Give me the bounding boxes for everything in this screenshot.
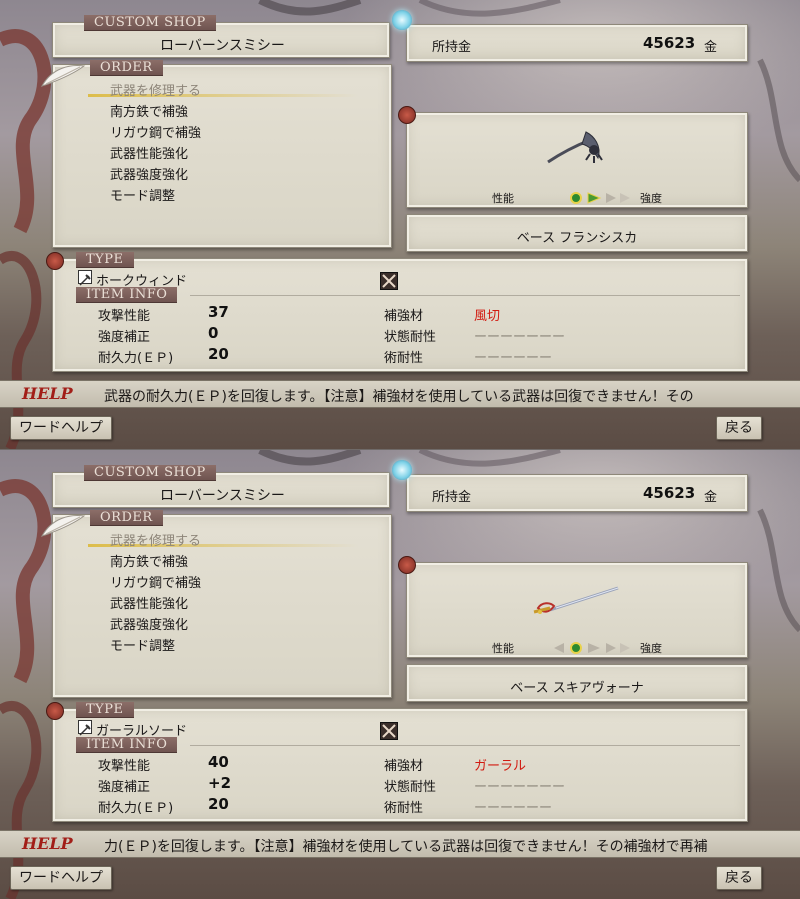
item-info-tag: ITEM INFO [76, 737, 178, 753]
axe-icon [78, 270, 92, 286]
help-bar: HELP 力(ＥＰ)を回復します。【注意】補強材を使用している武器は回復できませ… [0, 830, 800, 858]
stat-value: ーーーーーー [474, 351, 553, 366]
order-item[interactable]: リガウ鋼で補強 [110, 122, 201, 141]
stat-value: 風切 [474, 309, 501, 324]
order-item[interactable]: 武器性能強化 [110, 143, 188, 162]
stat-label: 術耐性 [384, 801, 424, 816]
quill-icon [40, 62, 86, 88]
stat-value: 37 [208, 303, 229, 321]
divider [190, 745, 740, 746]
quill-icon [40, 512, 86, 538]
order-item[interactable]: 武器を修理する [110, 80, 201, 99]
stat-value: ーーーーーーー [474, 780, 566, 795]
order-item[interactable]: 武器強度強化 [110, 614, 188, 633]
stat-label: 強度補正 [98, 780, 151, 795]
shop-screen: CUSTOM SHOP ローバーンスミシー 所持金 45623 金 ORDER … [0, 0, 800, 449]
type-tag: TYPE [76, 702, 134, 718]
order-item[interactable]: 武器を修理する [110, 530, 201, 549]
order-tag: ORDER [90, 60, 163, 76]
order-panel [52, 64, 392, 248]
balance-slider [552, 640, 636, 654]
base-weapon-name: ベース スキアヴォーナ [510, 681, 644, 696]
stat-value: +2 [208, 774, 232, 792]
stat-label: 状態耐性 [384, 330, 437, 345]
stat-value: 40 [208, 753, 229, 771]
strength-label: 強度 [640, 192, 662, 205]
weapon-image [520, 574, 630, 626]
order-item[interactable]: モード調整 [110, 185, 175, 204]
money-label: 所持金 [432, 490, 472, 505]
money-label: 所持金 [432, 40, 472, 55]
help-label: HELP [22, 384, 73, 403]
seal-icon [46, 702, 64, 720]
star-icon [392, 460, 412, 480]
stat-label: 術耐性 [384, 351, 424, 366]
stat-value: 20 [208, 795, 229, 813]
money-unit: 金 [704, 40, 718, 55]
custom-shop-tag: CUSTOM SHOP [84, 465, 216, 481]
type-tag: TYPE [76, 252, 134, 268]
money-value: 45623 [643, 34, 696, 52]
stat-label: 強度補正 [98, 330, 151, 345]
order-item[interactable]: 南方鉄で補強 [110, 551, 188, 570]
shop-screen: CUSTOM SHOP ローバーンスミシー 所持金 45623 金 ORDER … [0, 450, 800, 899]
item-info-tag: ITEM INFO [76, 287, 178, 303]
crossed-swords-icon [380, 272, 398, 290]
word-help-button[interactable]: ワードヘルプ [10, 866, 112, 890]
order-item[interactable]: 武器性能強化 [110, 593, 188, 612]
weapon-image [520, 124, 630, 176]
stat-label: 状態耐性 [384, 780, 437, 795]
performance-label: 性能 [492, 192, 514, 205]
stat-label: 耐久力(ＥＰ) [98, 351, 174, 366]
order-tag: ORDER [90, 510, 163, 526]
help-text: 武器の耐久力(ＥＰ)を回復します。【注意】補強材を使用している武器は回復できませ… [104, 389, 694, 405]
word-help-button[interactable]: ワードヘルプ [10, 416, 112, 440]
stat-value: ガーラル [474, 759, 527, 774]
shop-name: ローバーンスミシー [160, 38, 285, 54]
stat-value: 0 [208, 324, 219, 342]
help-bar: HELP 武器の耐久力(ＥＰ)を回復します。【注意】補強材を使用している武器は回… [0, 380, 800, 408]
balance-slider [552, 190, 636, 204]
stat-value: 20 [208, 345, 229, 363]
order-item[interactable]: リガウ鋼で補強 [110, 572, 201, 591]
stat-value: ーーーーーーー [474, 330, 566, 345]
base-weapon-name: ベース フランシスカ [516, 231, 638, 246]
shop-name: ローバーンスミシー [160, 488, 285, 504]
help-text: 力(ＥＰ)を回復します。【注意】補強材を使用している武器は回復できません！その補… [104, 839, 708, 855]
stat-label: 攻撃性能 [98, 759, 151, 774]
divider [190, 295, 740, 296]
seal-icon [46, 252, 64, 270]
order-item[interactable]: モード調整 [110, 635, 175, 654]
money-unit: 金 [704, 490, 718, 505]
order-item[interactable]: 南方鉄で補強 [110, 101, 188, 120]
help-label: HELP [22, 834, 73, 853]
custom-shop-tag: CUSTOM SHOP [84, 15, 216, 31]
order-item[interactable]: 武器強度強化 [110, 164, 188, 183]
stat-label: 補強材 [384, 309, 424, 324]
performance-label: 性能 [492, 642, 514, 655]
sword-icon [78, 720, 92, 736]
crossed-swords-icon [380, 722, 398, 740]
seal-icon [398, 556, 416, 574]
stat-label: 攻撃性能 [98, 309, 151, 324]
order-panel [52, 514, 392, 698]
strength-label: 強度 [640, 642, 662, 655]
seal-icon [398, 106, 416, 124]
stat-label: 補強材 [384, 759, 424, 774]
back-button[interactable]: 戻る [716, 416, 762, 440]
back-button[interactable]: 戻る [716, 866, 762, 890]
stat-value: ーーーーーー [474, 801, 553, 816]
money-value: 45623 [643, 484, 696, 502]
stat-label: 耐久力(ＥＰ) [98, 801, 174, 816]
star-icon [392, 10, 412, 30]
